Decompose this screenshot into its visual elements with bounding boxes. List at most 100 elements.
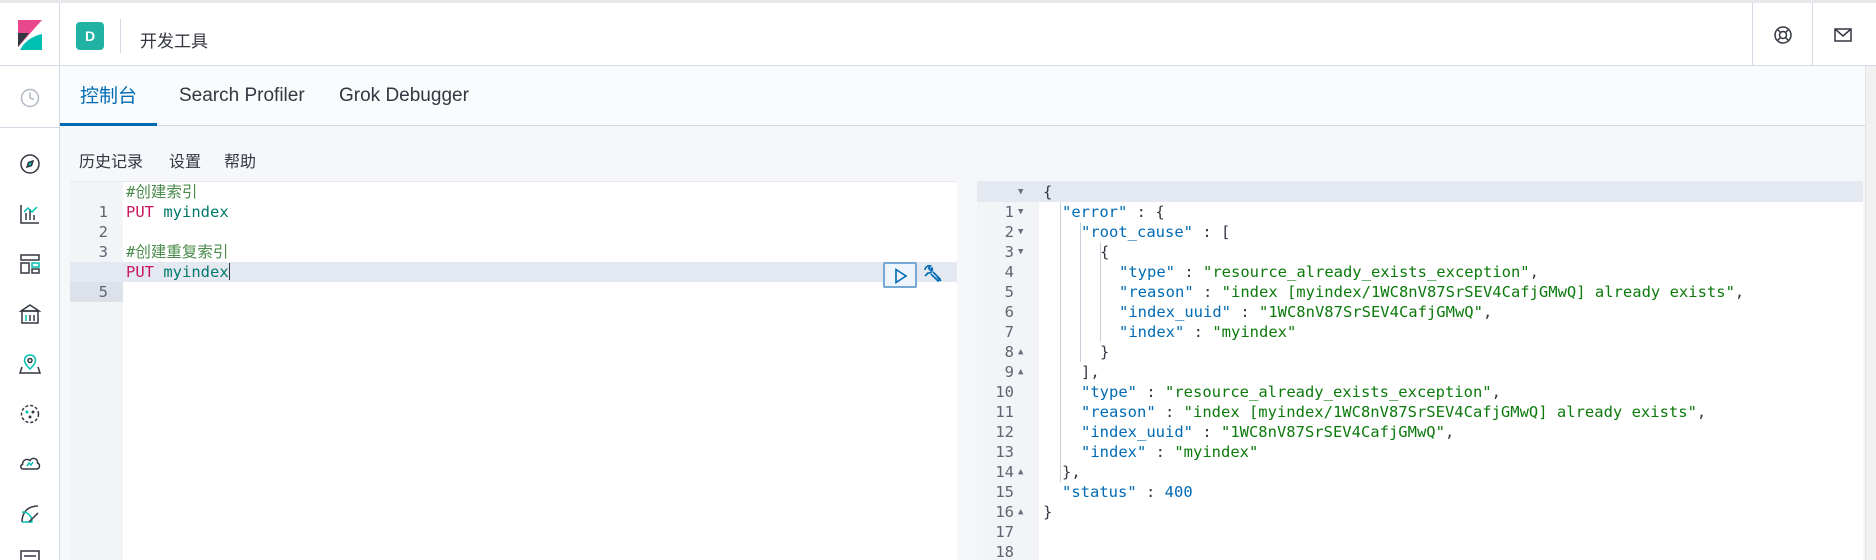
code-punctuation: {	[1043, 183, 1053, 201]
help-link[interactable]: 帮助	[224, 148, 256, 172]
clock-icon	[20, 88, 40, 108]
nav-dashboard[interactable]	[18, 252, 42, 276]
fold-toggle[interactable]: ▲	[1018, 362, 1023, 382]
history-link[interactable]: 历史记录	[79, 148, 143, 172]
json-punctuation: ,	[1482, 303, 1493, 321]
fold-toggle[interactable]: ▲	[1018, 342, 1023, 362]
response-line: 6 "reason" : "index [myindex/1WC8nV87SrS…	[977, 282, 1863, 321]
apm-icon	[20, 550, 40, 560]
tab-console[interactable]: 控制台	[60, 66, 158, 126]
news-feed-button[interactable]	[1812, 3, 1872, 66]
nav-canvas[interactable]	[18, 302, 42, 326]
request-editor[interactable]: 1 #创建索引 2 PUT myindex 3 4 #创建重复索引 5 PUT …	[70, 181, 957, 560]
json-key: "error"	[1062, 203, 1128, 221]
dev-tools-tabs: 控制台 Search Profiler Grok Debugger	[60, 66, 1876, 126]
page-scrollbar[interactable]	[1865, 66, 1876, 560]
response-line: 18	[977, 522, 1863, 560]
send-request-button[interactable]	[883, 262, 917, 288]
mail-icon	[1834, 28, 1852, 42]
nav-apm[interactable]	[18, 548, 42, 560]
line-number: 5	[70, 282, 123, 302]
text-cursor	[228, 263, 230, 280]
request-actions	[883, 262, 943, 288]
code-json: "reason" : "index [myindex/1WC8nV87SrSEV…	[1119, 283, 1745, 301]
response-line-active: 1 ▼ {	[977, 182, 1863, 221]
code-json: "error" : {	[1043, 202, 1165, 222]
infra-icon	[20, 457, 41, 470]
code-json: "reason" : "index [myindex/1WC8nV87SrSEV…	[1081, 403, 1707, 421]
json-punctuation: : [	[1192, 223, 1231, 241]
code-comment: #创建重复索引	[126, 243, 229, 261]
json-string: "resource_already_exists_exception"	[1165, 383, 1492, 401]
request-options-button[interactable]	[921, 263, 945, 287]
kibana-logo[interactable]	[0, 3, 60, 66]
json-key: "type"	[1081, 383, 1137, 401]
code-json: "status" : 400	[1062, 483, 1193, 501]
response-editor[interactable]: 1 ▼ { 2 ▼ "error" : { 3 ▼ "root_cause" :…	[977, 181, 1863, 560]
logs-icon	[21, 505, 39, 523]
wrench-icon	[924, 264, 942, 283]
compass-icon	[20, 154, 40, 174]
play-icon	[895, 268, 908, 284]
fold-toggle[interactable]: ▼	[1018, 242, 1023, 262]
code-punctuation: }	[1100, 343, 1110, 361]
nav-maps[interactable]	[18, 352, 42, 376]
response-line: 3 ▼ "root_cause" : [	[977, 222, 1863, 261]
fold-toggle[interactable]: ▼	[1018, 182, 1023, 202]
code-json: "index_uuid" : "1WC8nV87SrSEV4CafjGMwQ",	[1119, 303, 1493, 321]
recently-viewed-button[interactable]	[0, 66, 60, 128]
fold-toggle[interactable]: ▲	[1018, 502, 1023, 522]
fold-toggle[interactable]: ▲	[1018, 462, 1023, 482]
settings-link[interactable]: 设置	[169, 148, 201, 172]
code-comment: #创建索引	[126, 183, 198, 201]
json-punctuation: ,	[1491, 383, 1501, 401]
request-url: myindex	[163, 263, 229, 281]
code-punctuation: ],	[1081, 363, 1100, 381]
visualize-icon	[20, 205, 39, 224]
top-header: D 开发工具	[0, 0, 1876, 66]
help-icon	[1774, 26, 1792, 44]
code-json: "root_cause" : [	[1043, 222, 1230, 242]
request-line-active: 5 PUT myindex	[70, 262, 957, 302]
nav-machine-learning[interactable]	[18, 402, 42, 426]
response-line: 14 "index" : "myindex"	[977, 442, 1863, 481]
code-punctuation: }	[1043, 503, 1053, 521]
http-method: PUT	[126, 263, 154, 281]
request-line: 2 PUT myindex	[70, 202, 957, 241]
fold-toggle[interactable]: ▼	[1018, 222, 1023, 242]
json-key: "index"	[1081, 443, 1147, 461]
json-string: "index [myindex/1WC8nV87SrSEV4CafjGMwQ] …	[1183, 403, 1697, 421]
json-punctuation: ,	[1734, 283, 1745, 301]
code-request: PUT myindex	[126, 202, 229, 222]
response-line: 11 "type" : "resource_already_exists_exc…	[977, 382, 1863, 421]
json-punctuation: ,	[1444, 423, 1455, 441]
help-button[interactable]	[1752, 3, 1812, 66]
nav-infrastructure[interactable]	[18, 452, 42, 476]
code-json: "index_uuid" : "1WC8nV87SrSEV4CafjGMwQ",	[1081, 423, 1455, 441]
tab-search-profiler[interactable]: Search Profiler	[159, 66, 325, 126]
breadcrumb-app-title: 开发工具	[140, 32, 208, 52]
json-key: "reason"	[1081, 403, 1156, 421]
nav-visualize[interactable]	[18, 202, 42, 226]
tab-grok-debugger[interactable]: Grok Debugger	[319, 66, 489, 126]
response-line: 16 "status" : 400	[977, 482, 1863, 521]
response-line: 7 "index_uuid" : "1WC8nV87SrSEV4CafjGMwQ…	[977, 302, 1863, 341]
json-key: "root_cause"	[1081, 223, 1193, 241]
json-string: "index [myindex/1WC8nV87SrSEV4CafjGMwQ] …	[1221, 283, 1735, 301]
line-number: 18	[995, 543, 1014, 560]
dashboard-icon	[20, 254, 40, 274]
json-punctuation: ,	[1529, 263, 1539, 281]
request-line: 3	[70, 222, 957, 261]
nav-logs[interactable]	[18, 502, 42, 526]
json-key: "type"	[1119, 263, 1175, 281]
nav-discover[interactable]	[18, 152, 42, 176]
kibana-logo-icon	[18, 20, 42, 50]
request-line: 1 #创建索引	[70, 182, 957, 221]
space-avatar[interactable]: D	[76, 22, 104, 50]
request-line: 4 #创建重复索引	[70, 242, 957, 281]
side-navigation	[0, 66, 60, 560]
json-string: "myindex"	[1212, 323, 1297, 341]
response-line: 15 ▲ },	[977, 462, 1863, 501]
json-key: "reason"	[1119, 283, 1194, 301]
fold-toggle[interactable]: ▼	[1018, 202, 1023, 222]
